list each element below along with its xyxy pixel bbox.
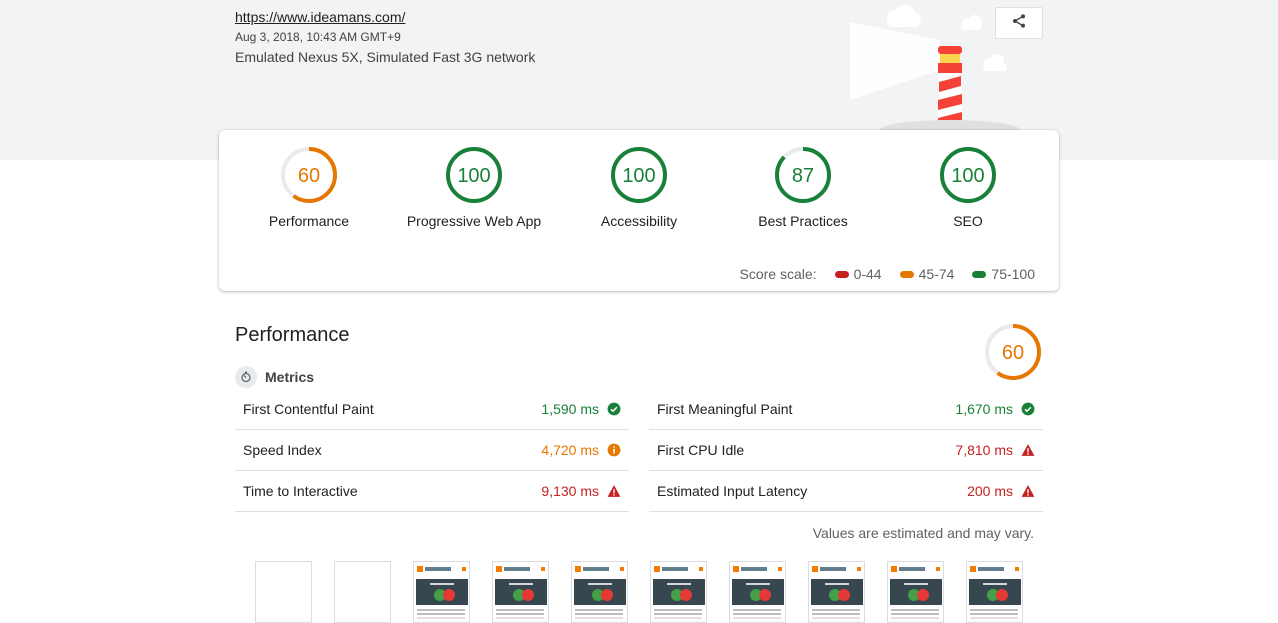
metric-value: 200 ms <box>967 483 1013 499</box>
seo-gauge: 100 <box>940 147 996 203</box>
metric-value: 9,130 ms <box>541 483 599 499</box>
report-date: Aug 3, 2018, 10:43 AM GMT+9 <box>235 30 401 44</box>
score-scale-legend: Score scale: 0-44 45-74 75-100 <box>740 266 1035 282</box>
scale-range: 0-44 <box>853 266 882 282</box>
filmstrip-frame <box>808 561 865 623</box>
pass-pill-icon <box>972 270 987 278</box>
metric-row: First Contentful Paint 1,590 ms <box>235 389 629 430</box>
score-scale-label: Score scale: <box>739 266 817 282</box>
metric-value: 1,670 ms <box>955 401 1013 417</box>
gauge-best-practices[interactable]: 87 Best Practices <box>718 145 888 229</box>
scale-range: 45-74 <box>918 266 955 282</box>
section-title-performance: Performance <box>235 324 350 346</box>
gauge-label: Best Practices <box>758 213 848 229</box>
gauge-score: 60 <box>298 165 320 187</box>
metric-name: Time to Interactive <box>243 483 358 499</box>
average-pill-icon <box>899 270 914 278</box>
metric-name: Speed Index <box>243 442 322 458</box>
gauge-score: 100 <box>951 165 984 187</box>
metric-row: First Meaningful Paint 1,670 ms <box>649 389 1043 430</box>
gauge-accessibility[interactable]: 100 Accessibility <box>554 145 724 229</box>
gauge-score: 100 <box>622 165 655 187</box>
filmstrip-frame <box>255 561 312 623</box>
timer-icon <box>235 366 257 388</box>
filmstrip-frame <box>334 561 391 623</box>
filmstrip-frame <box>966 561 1023 623</box>
metric-row: First CPU Idle 7,810 ms <box>649 430 1043 471</box>
gauge-performance[interactable]: 60 Performance <box>224 145 394 229</box>
metrics-heading: Metrics <box>265 369 315 385</box>
warning-triangle-icon <box>1021 443 1035 457</box>
screenshot-filmstrip <box>255 561 1023 623</box>
pwa-gauge: 100 <box>446 147 502 203</box>
filmstrip-frame <box>571 561 628 623</box>
scale-pass: 75-100 <box>972 266 1035 282</box>
gauge-score: 87 <box>792 165 814 187</box>
report-environment: Emulated Nexus 5X, Simulated Fast 3G net… <box>235 49 536 65</box>
scale-average: 45-74 <box>899 266 955 282</box>
filmstrip-frame <box>413 561 470 623</box>
scale-range: 75-100 <box>991 266 1035 282</box>
lighthouse-illustration <box>840 0 1020 140</box>
accessibility-gauge: 100 <box>611 147 667 203</box>
fail-pill-icon <box>834 270 849 278</box>
filmstrip-frame <box>492 561 549 623</box>
metric-row: Speed Index 4,720 ms <box>235 430 629 471</box>
performance-gauge: 60 <box>281 147 337 203</box>
gauge-pwa[interactable]: 100 Progressive Web App <box>389 145 559 229</box>
filmstrip-frame <box>729 561 786 623</box>
gauge-seo[interactable]: 100 SEO <box>883 145 1053 229</box>
gauge-score: 60 <box>1002 342 1024 364</box>
share-button[interactable] <box>995 7 1043 39</box>
gauge-label: Progressive Web App <box>406 213 542 229</box>
check-circle-icon <box>1021 402 1035 416</box>
gauge-label: SEO <box>953 213 983 229</box>
filmstrip-frame <box>650 561 707 623</box>
gauge-label: Accessibility <box>600 213 678 229</box>
gauge-score: 100 <box>457 165 490 187</box>
metric-row: Time to Interactive 9,130 ms <box>235 471 629 512</box>
metric-row: Estimated Input Latency 200 ms <box>649 471 1043 512</box>
filmstrip-frame <box>887 561 944 623</box>
share-icon <box>1011 13 1027 34</box>
metric-name: Estimated Input Latency <box>657 483 808 499</box>
estimate-note: Values are estimated and may vary. <box>812 525 1034 541</box>
metrics-column-right: First Meaningful Paint 1,670 ms First CPU … <box>649 389 1043 512</box>
metric-value: 4,720 ms <box>541 442 599 458</box>
metric-name: First Meaningful Paint <box>657 401 793 417</box>
best-practices-gauge: 87 <box>775 147 831 203</box>
score-summary-card: 60 Performance 100 Progressive Web App 1… <box>219 130 1059 291</box>
scale-fail: 0-44 <box>834 266 882 282</box>
warning-triangle-icon <box>1021 484 1035 498</box>
gauge-label: Performance <box>268 213 350 229</box>
info-circle-icon <box>607 443 621 457</box>
check-circle-icon <box>607 402 621 416</box>
metric-value: 1,590 ms <box>541 401 599 417</box>
metrics-header[interactable]: Metrics <box>235 366 314 388</box>
metric-value: 7,810 ms <box>955 442 1013 458</box>
metric-name: First CPU Idle <box>657 442 745 458</box>
metric-name: First Contentful Paint <box>243 401 374 417</box>
warning-triangle-icon <box>607 484 621 498</box>
performance-section-gauge: 60 <box>985 324 1041 380</box>
report-url-link[interactable]: https://www.ideamans.com/ <box>235 9 405 25</box>
metrics-column-left: First Contentful Paint 1,590 ms Speed Inde… <box>235 389 629 512</box>
